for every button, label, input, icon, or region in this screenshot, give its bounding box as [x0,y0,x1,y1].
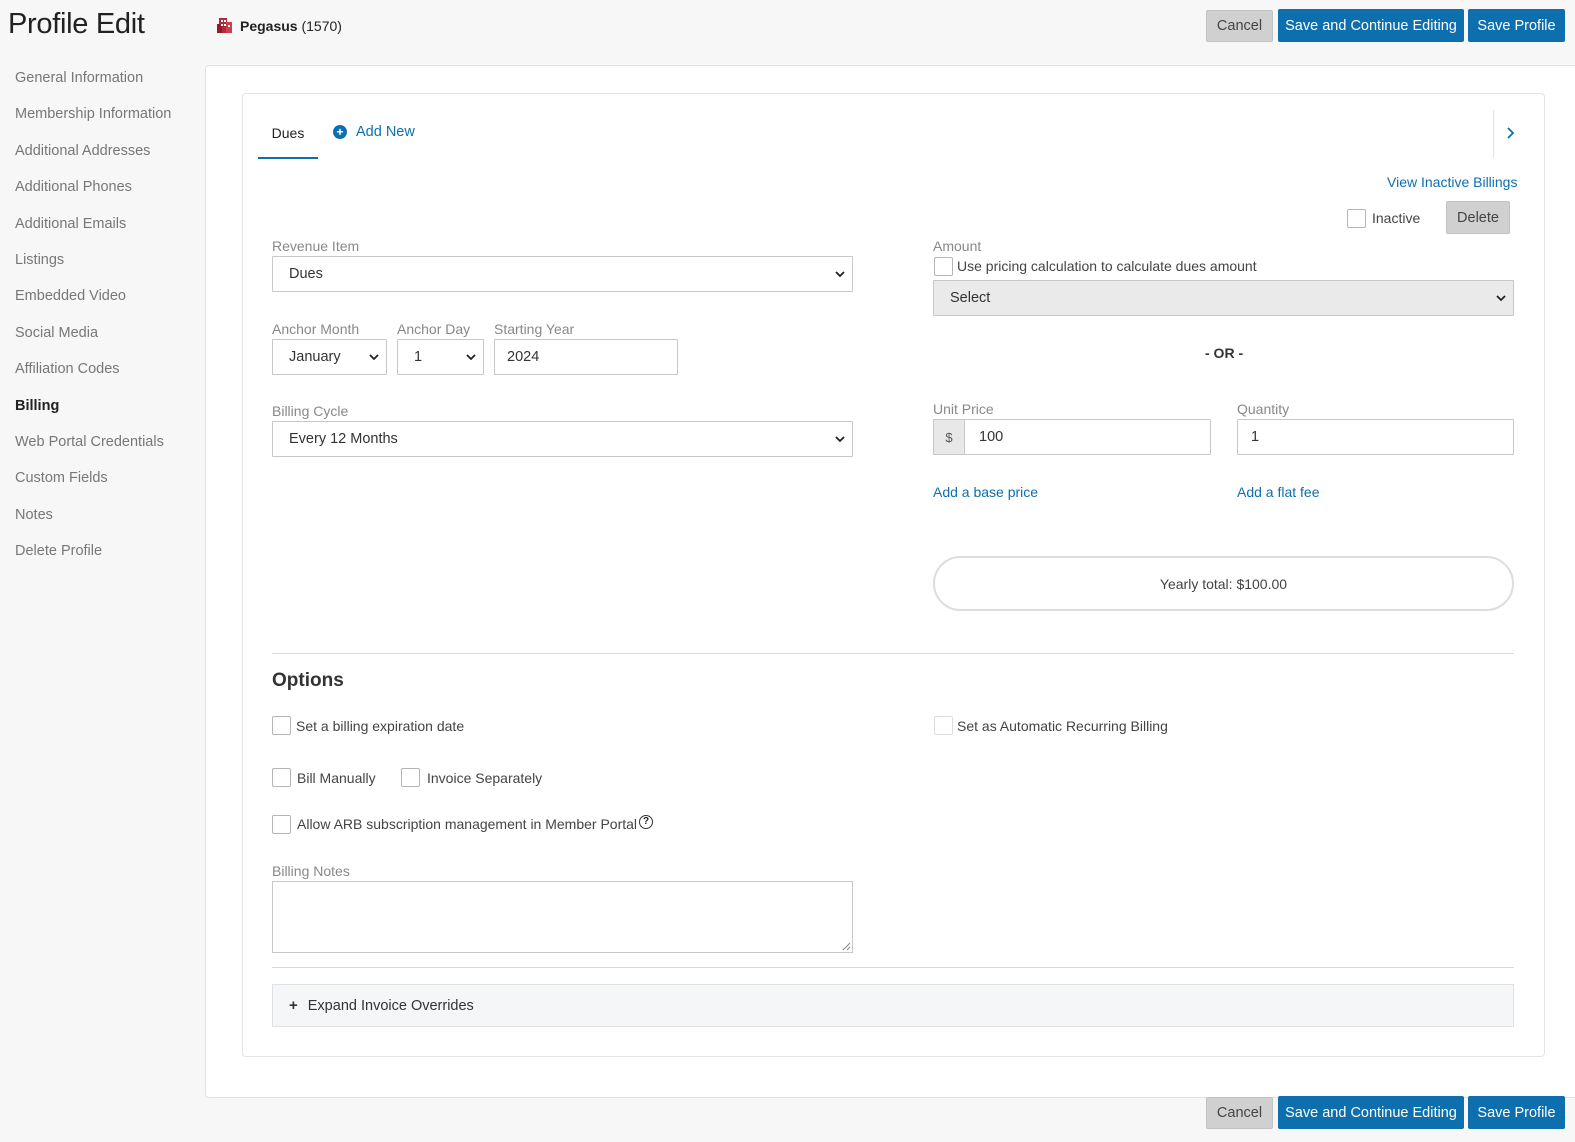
billing-cycle-select[interactable]: Every 12 Months [272,421,853,457]
add-flat-fee-link[interactable]: Add a flat fee [1237,484,1320,500]
delete-button[interactable]: Delete [1446,201,1510,234]
sidebar-item-billing[interactable]: Billing [0,388,200,424]
view-inactive-billings-link[interactable]: View Inactive Billings [1387,174,1517,190]
plus-icon: + [289,997,298,1014]
invoice-separately-checkbox[interactable] [401,768,420,787]
anchor-month-label: Anchor Month [272,321,360,337]
sidebar-item-custom-fields[interactable]: Custom Fields [0,460,200,496]
unit-price-value: 100 [979,429,1004,445]
add-new-tab[interactable]: + Add New [333,124,415,140]
billing-notes-label: Billing Notes [272,863,350,879]
chevron-down-icon [835,436,845,443]
help-icon[interactable]: ? [639,815,653,829]
building-icon [217,18,232,33]
expiration-checkbox[interactable] [272,716,291,735]
options-title: Options [272,670,344,691]
expand-invoice-overrides[interactable]: + Expand Invoice Overrides [272,984,1514,1027]
sidebar-item-general-information[interactable]: General Information [0,60,200,96]
sidebar-item-additional-addresses[interactable]: Additional Addresses [0,133,200,169]
sidebar-nav: General Information Membership Informati… [0,60,200,569]
allow-arb-checkbox[interactable] [272,815,291,834]
quantity-value: 1 [1251,429,1260,445]
sidebar-item-embedded-video[interactable]: Embedded Video [0,278,200,314]
revenue-item-value: Dues [289,266,323,282]
arb-label: Set as Automatic Recurring Billing [957,718,1168,734]
arb-checkbox[interactable] [934,716,953,735]
sidebar-item-additional-phones[interactable]: Additional Phones [0,169,200,205]
save-profile-button-bottom[interactable]: Save Profile [1468,1096,1565,1129]
expand-invoice-overrides-label: Expand Invoice Overrides [307,997,474,1014]
divider [272,967,1514,968]
quantity-input[interactable]: 1 [1237,419,1514,455]
sidebar-item-delete-profile[interactable]: Delete Profile [0,533,200,569]
cancel-button-top[interactable]: Cancel [1206,10,1273,42]
add-new-label: Add New [356,124,415,140]
billing-cycle-label: Billing Cycle [272,403,349,419]
chevron-down-icon [1496,295,1506,302]
anchor-day-value: 1 [414,349,423,365]
revenue-item-label: Revenue Item [272,238,360,254]
anchor-day-select[interactable]: 1 [397,339,484,375]
starting-year-label: Starting Year [494,321,575,337]
pricing-calc-value: Select [950,290,991,306]
save-continue-button-top[interactable]: Save and Continue Editing [1278,9,1464,42]
org-badge: Pegasus (1570) [216,17,342,34]
yearly-total: Yearly total: $100.00 [933,556,1514,611]
org-name: Pegasus [240,17,298,34]
unit-price-label: Unit Price [933,401,994,417]
chevron-down-icon [466,354,476,361]
sidebar-item-membership-information[interactable]: Membership Information [0,96,200,132]
chevron-right-icon[interactable] [1506,126,1516,140]
pricing-calc-label: Use pricing calculation to calculate due… [957,258,1257,274]
bill-manually-label: Bill Manually [297,770,376,786]
page-title: Profile Edit [8,8,145,40]
add-base-price-link[interactable]: Add a base price [933,484,1038,500]
unit-price-input[interactable]: 100 [964,419,1211,455]
anchor-month-value: January [289,349,341,365]
currency-addon: $ [933,419,965,455]
pricing-calc-select[interactable]: Select [933,280,1514,316]
billing-notes-textarea[interactable] [272,881,853,953]
tab-divider [1493,110,1494,158]
sidebar-item-notes[interactable]: Notes [0,497,200,533]
starting-year-input[interactable]: 2024 [494,339,678,375]
inactive-checkbox[interactable] [1347,209,1366,228]
sidebar-item-social-media[interactable]: Social Media [0,315,200,351]
save-continue-button-bottom[interactable]: Save and Continue Editing [1278,1096,1464,1129]
anchor-month-select[interactable]: January [272,339,387,375]
divider [272,653,1514,654]
inactive-label: Inactive [1372,210,1421,226]
or-divider: - OR - [1205,345,1244,361]
sidebar-item-web-portal-credentials[interactable]: Web Portal Credentials [0,424,200,460]
amount-label: Amount [933,238,982,254]
billing-cycle-value: Every 12 Months [289,431,398,447]
resize-handle-icon[interactable] [842,942,851,951]
anchor-day-label: Anchor Day [397,321,471,337]
revenue-item-select[interactable]: Dues [272,256,853,292]
save-profile-button-top[interactable]: Save Profile [1468,9,1565,42]
org-id: (1570) [301,17,342,34]
chevron-down-icon [369,354,379,361]
sidebar-item-affiliation-codes[interactable]: Affiliation Codes [0,351,200,387]
allow-arb-label: Allow ARB subscription management in Mem… [297,816,638,832]
pricing-calc-checkbox[interactable] [934,257,953,276]
chevron-down-icon [835,271,845,278]
bill-manually-checkbox[interactable] [272,768,291,787]
plus-circle-icon: + [333,125,347,139]
expiration-label: Set a billing expiration date [296,718,465,734]
starting-year-value: 2024 [507,349,540,365]
tab-dues[interactable]: Dues [258,118,318,159]
sidebar-item-additional-emails[interactable]: Additional Emails [0,206,200,242]
quantity-label: Quantity [1237,401,1290,417]
invoice-separately-label: Invoice Separately [427,770,543,786]
sidebar-item-listings[interactable]: Listings [0,242,200,278]
cancel-button-bottom[interactable]: Cancel [1206,1097,1273,1129]
